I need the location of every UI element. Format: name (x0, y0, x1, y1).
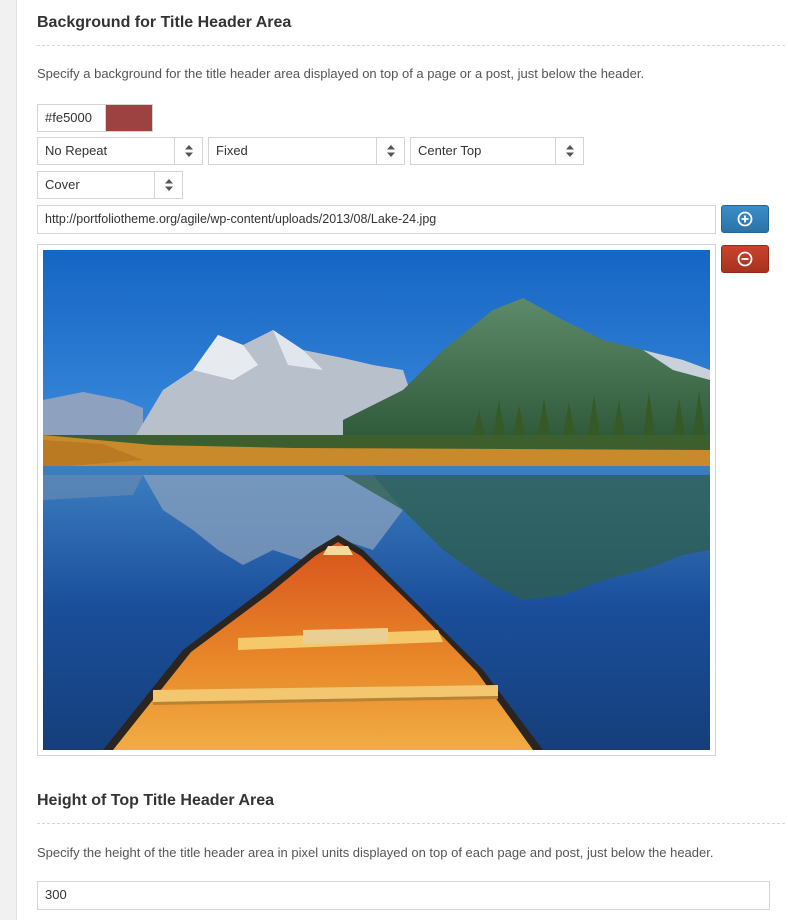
background-repeat-value: No Repeat (45, 143, 108, 158)
add-image-button[interactable] (721, 205, 769, 233)
options-panel: Background for Title Header Area Specify… (17, 0, 788, 920)
select-arrows-icon (555, 138, 583, 164)
background-section-description: Specify a background for the title heade… (37, 66, 645, 81)
remove-image-button[interactable] (721, 245, 769, 273)
admin-left-rail (0, 0, 17, 920)
select-arrows-icon (154, 172, 182, 198)
color-swatch[interactable] (105, 104, 153, 132)
background-position-value: Center Top (418, 143, 482, 158)
background-image-preview (37, 244, 716, 756)
plus-circle-icon (737, 211, 753, 227)
background-section-divider (37, 45, 785, 46)
background-size-value: Cover (45, 177, 80, 192)
background-attachment-select[interactable]: Fixed (208, 137, 405, 165)
background-size-select[interactable]: Cover (37, 171, 183, 199)
background-section-title: Background for Title Header Area (37, 14, 292, 31)
color-hex-input[interactable]: #fe5000 (37, 104, 105, 132)
image-url-input[interactable]: http://portfoliotheme.org/agile/wp-conte… (37, 205, 716, 234)
background-attachment-value: Fixed (216, 143, 248, 158)
height-section-divider (37, 823, 785, 824)
select-arrows-icon (174, 138, 202, 164)
lake-canoe-photo (43, 250, 710, 750)
background-position-select[interactable]: Center Top (410, 137, 584, 165)
background-repeat-select[interactable]: No Repeat (37, 137, 203, 165)
select-arrows-icon (376, 138, 404, 164)
header-height-input[interactable]: 300 (37, 881, 770, 910)
minus-circle-icon (737, 251, 753, 267)
height-section-description: Specify the height of the title header a… (37, 845, 714, 860)
height-section-title: Height of Top Title Header Area (37, 792, 275, 809)
